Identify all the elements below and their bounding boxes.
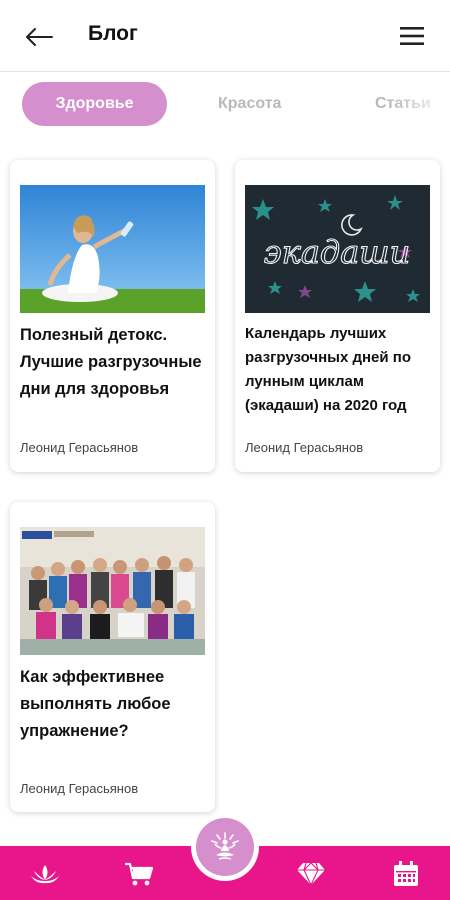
- meditation-icon: [211, 832, 239, 860]
- post-image-ekadashi: экадаши: [245, 185, 430, 313]
- nav-lotus[interactable]: [30, 859, 60, 889]
- diamond-icon: [297, 862, 325, 887]
- tab-beauty[interactable]: Красота: [218, 82, 281, 126]
- tab-articles[interactable]: Статьи: [375, 82, 431, 126]
- hamburger-icon: [400, 27, 424, 45]
- post-title: Как эффективнее выполнять любое упражнен…: [20, 668, 171, 740]
- ekadashi-image-text: экадаши: [264, 233, 410, 271]
- nav-calendar[interactable]: [391, 859, 421, 889]
- center-meditation-button[interactable]: [196, 818, 254, 876]
- nav-diamond[interactable]: [296, 859, 326, 889]
- post-card[interactable]: экадаши Календарь лучших разгрузочных дн…: [235, 160, 440, 472]
- post-title: Календарь лучших разгрузочных дней по лу…: [245, 325, 411, 414]
- arrow-left-icon: [26, 28, 53, 46]
- category-tabs: Здоровье Красота Статьи: [0, 82, 450, 126]
- post-image-yoga: [20, 185, 205, 313]
- page-title: Блог: [88, 22, 138, 45]
- lotus-icon: [31, 865, 59, 884]
- post-title: Полезный детокс. Лучшие разгрузочные дни…: [20, 326, 202, 398]
- menu-button[interactable]: [398, 22, 426, 50]
- post-card[interactable]: Как эффективнее выполнять любое упражнен…: [10, 502, 215, 812]
- nav-cart[interactable]: [124, 859, 154, 889]
- post-image-group: [20, 527, 205, 655]
- calendar-icon: [394, 861, 418, 886]
- tab-health[interactable]: Здоровье: [22, 82, 167, 126]
- back-button[interactable]: [22, 20, 56, 54]
- cart-icon: [125, 862, 154, 886]
- post-author: Леонид Герасьянов: [20, 440, 139, 455]
- post-author: Леонид Герасьянов: [245, 440, 364, 455]
- post-card[interactable]: Полезный детокс. Лучшие разгрузочные дни…: [10, 160, 215, 472]
- app-header: Блог: [0, 0, 450, 72]
- post-author: Леонид Герасьянов: [20, 781, 139, 796]
